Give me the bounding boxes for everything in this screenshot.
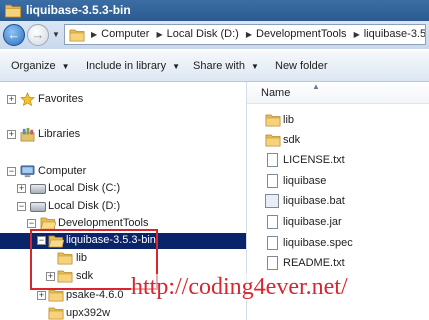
include-in-library-label: Include in library bbox=[86, 60, 167, 72]
breadcrumb-separator[interactable]: ▶ bbox=[157, 30, 163, 39]
computer-icon bbox=[20, 164, 35, 179]
new-folder-button[interactable]: New folder bbox=[275, 60, 328, 72]
breadcrumb: ▶ Computer ▶ Local Disk (D:) ▶ DevelopmentT… bbox=[87, 28, 425, 40]
chevron-down-icon: ▼ bbox=[250, 62, 259, 71]
tree-item-label: psake-4.6.0 bbox=[66, 289, 124, 301]
title-bar: liquibase-3.5.3-bin bbox=[0, 0, 429, 21]
tree-item-libraries[interactable]: + Libraries bbox=[0, 127, 246, 143]
address-bar: ← → ▼ ▶ Computer ▶ Local Disk (D:) ▶ Develo… bbox=[0, 21, 429, 49]
collapse-icon[interactable]: − bbox=[17, 202, 26, 211]
tree-item-favorites[interactable]: + Favorites bbox=[0, 92, 246, 108]
file-name: liquibase.bat bbox=[283, 195, 345, 207]
name-column-header[interactable]: ▲ Name bbox=[247, 82, 429, 104]
include-in-library-menu[interactable]: Include in library ▼ bbox=[86, 60, 180, 72]
organize-menu[interactable]: Organize ▼ bbox=[11, 60, 70, 72]
folder-icon bbox=[48, 288, 64, 302]
tree-item-label: Favorites bbox=[38, 93, 84, 105]
share-with-menu[interactable]: Share with ▼ bbox=[193, 60, 259, 72]
file-icon bbox=[267, 174, 278, 188]
breadcrumb-computer[interactable]: Computer bbox=[101, 28, 149, 40]
tree-item-local-disk-d[interactable]: − Local Disk (D:) bbox=[0, 199, 246, 215]
recent-pages-dropdown[interactable]: ▼ bbox=[52, 30, 60, 39]
breadcrumb-separator[interactable]: ▶ bbox=[354, 30, 360, 39]
command-toolbar: Organize ▼ Include in library ▼ Share with… bbox=[0, 51, 429, 82]
file-name: README.txt bbox=[283, 257, 345, 269]
tree-item-label: Local Disk (C:) bbox=[48, 182, 121, 194]
folder-icon bbox=[4, 3, 22, 18]
folder-icon bbox=[265, 133, 281, 147]
breadcrumb-development-tools[interactable]: DevelopmentTools bbox=[256, 28, 347, 40]
batch-file-icon bbox=[265, 194, 279, 208]
organize-label: Organize bbox=[11, 60, 56, 72]
tree-item-upx[interactable]: upx392w bbox=[0, 306, 246, 320]
chevron-down-icon: ▼ bbox=[172, 62, 181, 71]
file-name: LICENSE.txt bbox=[283, 154, 345, 166]
text-file-icon bbox=[267, 153, 278, 167]
tree-item-label: DevelopmentTools bbox=[58, 217, 149, 229]
breadcrumb-separator[interactable]: ▶ bbox=[91, 30, 97, 39]
tree-item-label: Local Disk (D:) bbox=[48, 200, 121, 212]
file-name: liquibase.jar bbox=[283, 216, 342, 228]
folder-open-icon bbox=[40, 216, 56, 230]
column-label: Name bbox=[261, 87, 291, 99]
file-icon bbox=[267, 236, 278, 250]
expand-icon[interactable]: + bbox=[17, 184, 26, 193]
tree-item-computer[interactable]: − Computer bbox=[0, 164, 246, 180]
expand-icon[interactable]: + bbox=[7, 130, 16, 139]
jar-file-icon bbox=[267, 215, 278, 229]
file-name: sdk bbox=[283, 134, 301, 146]
text-file-icon bbox=[267, 256, 278, 270]
breadcrumb-liquibase[interactable]: liquibase-3.5.3-bin bbox=[364, 28, 425, 40]
watermark-url: http://coding4ever.net/ bbox=[131, 274, 348, 301]
folder-icon bbox=[265, 113, 281, 127]
drive-icon bbox=[30, 202, 46, 212]
sort-arrow-icon: ▲ bbox=[312, 82, 320, 91]
window-title: liquibase-3.5.3-bin bbox=[26, 3, 131, 17]
file-name: lib bbox=[283, 114, 295, 126]
chevron-down-icon: ▼ bbox=[61, 62, 70, 71]
back-button[interactable]: ← bbox=[3, 24, 25, 46]
folder-icon bbox=[69, 28, 85, 42]
tree-item-label: Computer bbox=[38, 165, 87, 177]
tree-item-label: upx392w bbox=[66, 307, 111, 319]
share-with-label: Share with bbox=[193, 60, 245, 72]
breadcrumb-local-disk-d[interactable]: Local Disk (D:) bbox=[167, 28, 239, 40]
file-name: liquibase bbox=[283, 175, 327, 187]
address-field[interactable]: ▶ Computer ▶ Local Disk (D:) ▶ DevelopmentT… bbox=[64, 24, 426, 45]
drive-icon bbox=[30, 184, 46, 194]
collapse-icon[interactable]: − bbox=[27, 219, 36, 228]
tree-item-label: Libraries bbox=[38, 128, 81, 140]
expand-icon[interactable]: + bbox=[37, 291, 46, 300]
forward-button[interactable]: → bbox=[27, 24, 49, 46]
star-icon bbox=[20, 92, 35, 107]
file-name: liquibase.spec bbox=[283, 237, 353, 249]
library-icon bbox=[20, 127, 35, 142]
tree-item-local-disk-c[interactable]: + Local Disk (C:) bbox=[0, 181, 246, 197]
expand-icon[interactable]: + bbox=[7, 95, 16, 104]
folder-icon bbox=[48, 306, 64, 320]
collapse-icon[interactable]: − bbox=[7, 167, 16, 176]
breadcrumb-separator[interactable]: ▶ bbox=[246, 30, 252, 39]
